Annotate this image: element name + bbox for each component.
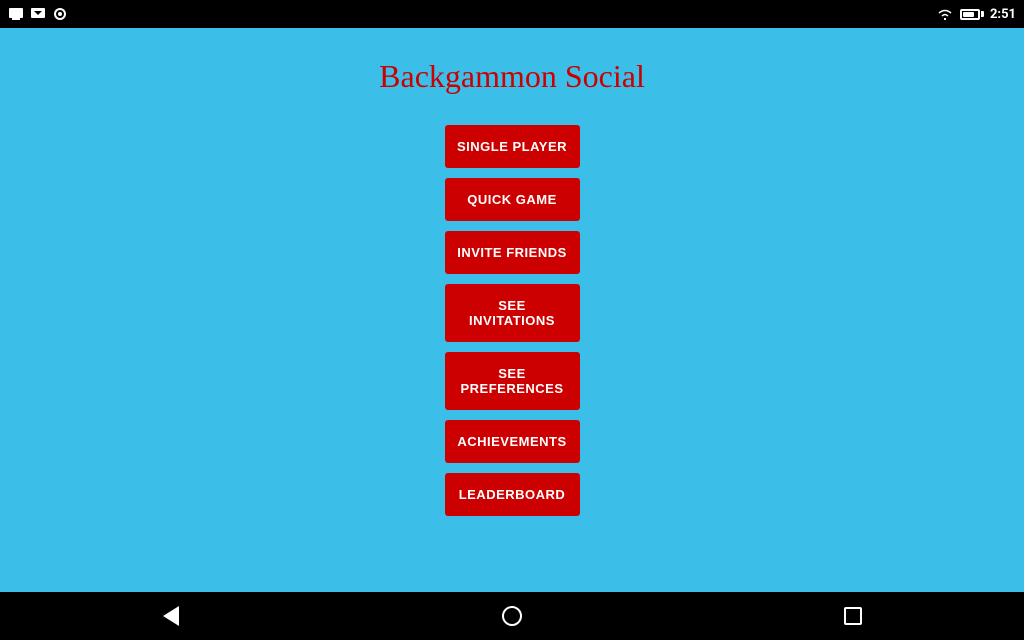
- status-bar-left: [8, 6, 68, 22]
- recents-icon: [844, 607, 862, 625]
- main-content: Backgammon Social SINGLE PLAYER QUICK GAM…: [0, 28, 1024, 592]
- status-bar: 2:51: [0, 0, 1024, 28]
- leaderboard-button[interactable]: LEADERBOARD: [445, 473, 580, 516]
- back-button[interactable]: [151, 596, 191, 636]
- app-title: Backgammon Social: [379, 58, 645, 95]
- back-icon: [163, 606, 179, 626]
- achievements-button[interactable]: ACHIEVEMENTS: [445, 420, 580, 463]
- notification-icon-1: [8, 6, 24, 22]
- menu-buttons: SINGLE PLAYER QUICK GAME INVITE FRIENDS SEE…: [0, 125, 1024, 526]
- home-icon: [502, 606, 522, 626]
- see-invitations-button[interactable]: SEE INVITATIONS: [445, 284, 580, 342]
- see-preferences-button[interactable]: SEE PREFERENCES: [445, 352, 580, 410]
- navigation-bar: [0, 592, 1024, 640]
- home-button[interactable]: [492, 596, 532, 636]
- status-bar-right: 2:51: [936, 7, 1016, 22]
- quick-game-button[interactable]: QUICK GAME: [445, 178, 580, 221]
- status-time: 2:51: [990, 7, 1016, 22]
- recents-button[interactable]: [833, 596, 873, 636]
- notification-icon-3: [52, 6, 68, 22]
- single-player-button[interactable]: SINGLE PLAYER: [445, 125, 580, 168]
- battery-icon: [960, 9, 984, 20]
- invite-friends-button[interactable]: INVITE FRIENDS: [445, 231, 580, 274]
- notification-icon-2: [30, 6, 46, 22]
- wifi-icon: [936, 7, 954, 21]
